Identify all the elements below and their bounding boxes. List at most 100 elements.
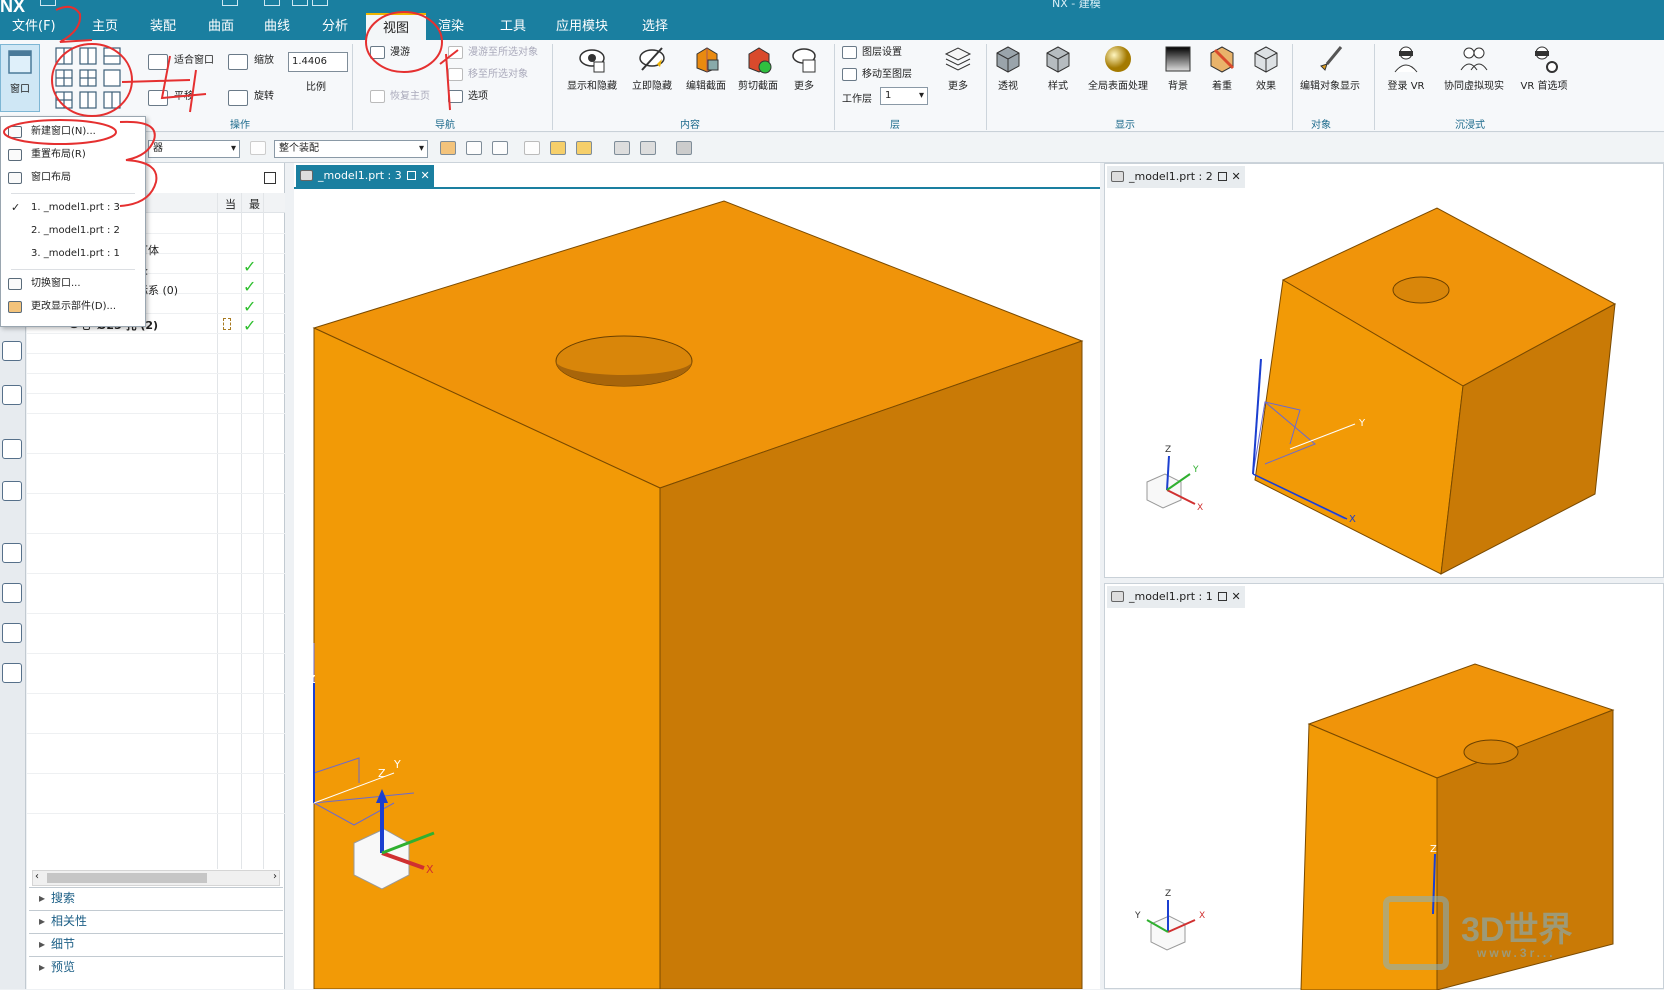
window-list-item[interactable]: 3. _model1.prt : 1 [1,243,145,265]
save-icon[interactable] [40,0,56,6]
horizontal-scrollbar[interactable]: ‹ › [32,870,280,886]
section-dependency[interactable]: 相关性 [29,910,283,930]
row-line [27,773,285,774]
options-button[interactable]: 选项 [448,88,488,106]
collab-vr-button[interactable]: 协同虚拟现实 [1434,42,1514,92]
window-switch-icon[interactable] [292,0,308,6]
group-separator [352,44,353,130]
menu-assembly[interactable]: 装配 [142,13,184,40]
change-display-part-item[interactable]: 更改显示部件(D)... [1,296,145,318]
viewport-top-right[interactable]: _model1.prt : 2 ✕ Z Y X Z Y X [1104,163,1664,578]
info-icon[interactable] [2,439,22,459]
row-line [27,393,285,394]
filter-icon[interactable] [250,141,266,155]
assembly-nav-icon[interactable] [2,385,22,405]
layers-icon [944,47,972,71]
collab-vr-label: 协同虚拟现实 [1444,81,1504,92]
vr-prefs-button[interactable]: VR 首选项 [1512,42,1576,92]
section-search[interactable]: 搜索 [29,887,283,907]
triad-x-label: X [426,863,434,876]
window-layout-item[interactable]: 窗口布局 [1,167,145,189]
group-operation-label: 操作 [230,120,250,131]
history-icon[interactable] [2,543,22,563]
scroll-thumb[interactable] [47,873,207,883]
coloring-label: 着重 [1212,81,1232,92]
edit-object-display-button[interactable]: 编辑对象显示 [1294,42,1366,92]
render-icon[interactable] [640,141,656,155]
type-filter-select[interactable]: 器 [148,140,240,158]
more-content-button[interactable]: 更多 [776,42,832,92]
menu-surface[interactable]: 曲面 [200,13,242,40]
roam-button[interactable]: 漫游 [370,44,410,62]
show-hide-button[interactable]: 显示和隐藏 [560,42,624,92]
snap-icon[interactable] [466,141,482,155]
scroll-right-icon[interactable]: › [273,871,277,882]
pan-button[interactable]: 平移 [148,88,194,106]
effects-button[interactable]: 效果 [1240,42,1292,92]
assembly-scope-select[interactable]: 整个装配 [274,140,428,158]
zoom-scale-input[interactable]: 1.4406 [288,52,348,72]
shading-icon[interactable] [676,141,692,155]
menu-tools[interactable]: 工具 [492,13,534,40]
part-icon[interactable] [2,341,22,361]
palette-icon[interactable] [2,583,22,603]
tool-icon[interactable] [2,623,22,643]
window-list-item[interactable]: 2. _model1.prt : 2 [1,220,145,242]
z-label: Z [1430,844,1437,855]
perspective-button[interactable]: 透视 [980,42,1036,92]
menu-file[interactable]: 文件(F) [4,13,64,40]
menu-curve[interactable]: 曲线 [256,13,298,40]
settings-icon[interactable] [2,663,22,683]
menu-view[interactable]: 视图 [366,13,426,40]
style-button[interactable]: 样式 [1030,42,1086,92]
face-select-icon[interactable] [576,141,592,155]
menu-home[interactable]: 主页 [84,13,126,40]
window-layout-label: 窗口布局 [31,172,71,183]
window-list-item[interactable]: ✓ 1. _model1.prt : 3 [1,197,145,219]
menu-select[interactable]: 选择 [634,13,676,40]
group-layer-label: 层 [890,120,900,131]
move-to-layer-button[interactable]: 移动至图层 [842,66,912,84]
web-icon[interactable] [2,481,22,501]
scroll-left-icon[interactable]: ‹ [35,871,39,882]
view-icon[interactable] [614,141,630,155]
main-viewport[interactable]: _model1.prt : 3 ✕ Z Y Z X [294,163,1100,989]
layer-settings-button[interactable]: 图层设置 [842,44,902,62]
select-cube-icon[interactable] [440,141,456,155]
section-preview[interactable]: 预览 [29,956,283,976]
window-button[interactable]: 窗口 [0,44,40,112]
quick-pick-icon[interactable] [492,141,508,155]
section-details[interactable]: 细节 [29,933,283,953]
window-icon-2[interactable] [312,0,328,6]
work-layer-select[interactable]: 1 [880,87,928,105]
menu-applications[interactable]: 应用模块 [548,13,616,40]
body-select-icon[interactable] [550,141,566,155]
restore-home-button[interactable]: 恢复主页 [370,88,430,106]
reset-layout-item[interactable]: 重置布局(R) [1,144,145,166]
menu-analysis[interactable]: 分析 [314,13,356,40]
roam-to-selected-button[interactable]: 漫游至所选对象 [448,44,538,62]
window-layout-icons[interactable] [54,46,126,112]
new-window-item[interactable]: 新建窗口(N)... [1,121,145,143]
menu-render[interactable]: 渲染 [430,13,472,40]
zoom-button[interactable]: 缩放 [228,52,274,70]
row-line [27,373,285,374]
more-layer-button[interactable]: 更多 [932,42,984,92]
fit-window-button[interactable]: 适合窗口 [148,52,214,70]
switch-window-item[interactable]: 切换窗口... [1,273,145,295]
column-divider [263,193,264,869]
maximize-icon[interactable] [264,172,276,184]
global-surface-button[interactable]: 全局表面处理 [1080,42,1156,92]
window-icon[interactable] [222,0,238,6]
login-vr-button[interactable]: 登录 VR [1378,42,1434,92]
move-to-selected-button[interactable]: 移至所选对象 [448,66,528,84]
rotate-button[interactable]: 旋转 [228,88,274,106]
select-icon[interactable] [524,141,540,155]
vr-settings-icon [1535,46,1558,73]
undo-icon[interactable] [264,0,280,6]
row-line [27,353,285,354]
new-window-icon [8,126,22,138]
viewport-bottom-right[interactable]: _model1.prt : 1 ✕ Z Z Y X 3D世界 www.3r... [1104,583,1664,990]
watermark-logo-icon [1383,896,1449,970]
roam-label: 漫游 [390,47,410,58]
